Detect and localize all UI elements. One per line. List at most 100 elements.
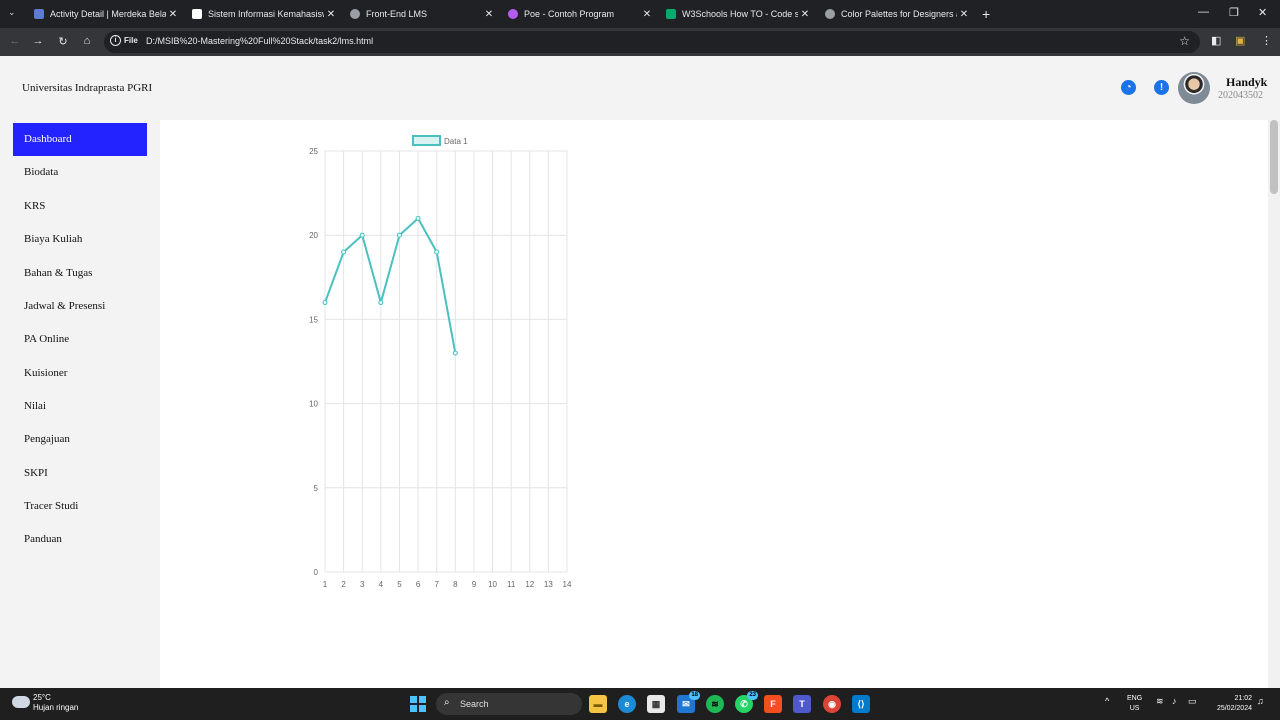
site-info-label: File bbox=[124, 36, 138, 45]
sidebar-item-pengajuan[interactable]: Pengajuan bbox=[13, 423, 147, 456]
page-scrollbar[interactable] bbox=[1268, 120, 1280, 688]
tab-close-icon[interactable]: ✕ bbox=[957, 9, 971, 20]
sidebar-item-pa-online[interactable]: PA Online bbox=[13, 323, 147, 356]
taskbar: 25°C Hujan ringan ⌕ Search ▬ e ▦ ✉ 18 ≋ ✆… bbox=[0, 688, 1280, 720]
taskbar-search[interactable]: ⌕ Search bbox=[436, 693, 582, 715]
omnibox[interactable]: i File D:/MSIB%20-Mastering%20Full%20Sta… bbox=[104, 31, 1200, 53]
volume-icon[interactable]: ♪ bbox=[1172, 696, 1177, 706]
menu-kebab-icon[interactable]: ⋮ bbox=[1261, 34, 1272, 47]
tab-close-icon[interactable]: ✕ bbox=[482, 9, 496, 20]
sik-icon bbox=[192, 9, 202, 19]
avatar[interactable] bbox=[1178, 72, 1210, 104]
line-chart: 05101520251 2 3 4 5 6 7 8 9 10 11 12 13 14Data 1 bbox=[309, 135, 572, 589]
file-explorer-icon[interactable]: ▬ bbox=[589, 695, 607, 713]
tab-close-icon[interactable]: ✕ bbox=[640, 9, 654, 20]
tab-close-icon[interactable]: ✕ bbox=[798, 9, 812, 20]
sidebar-item-tracer-studi[interactable]: Tracer Studi bbox=[13, 490, 147, 523]
sidebar-item-kuisioner[interactable]: Kuisioner bbox=[13, 357, 147, 390]
browser-tab[interactable]: Activity Detail | Merdeka Belajar ✕ bbox=[28, 4, 180, 24]
page-header: Universitas Indraprasta PGRI ◔ ! Handyk … bbox=[0, 56, 1280, 120]
sidebar-item-biodata[interactable]: Biodata bbox=[13, 156, 147, 189]
extension-icon[interactable]: ▣ bbox=[1235, 34, 1245, 47]
browser-tab[interactable]: Sistem Informasi Kemahasiswaan ✕ bbox=[186, 4, 338, 24]
tab-title: Sistem Informasi Kemahasiswaan bbox=[208, 9, 324, 19]
forward-icon[interactable]: → bbox=[31, 35, 45, 47]
teams-icon[interactable]: T bbox=[793, 695, 811, 713]
tab-search-chevron-icon[interactable]: ⌄ bbox=[8, 7, 20, 21]
store-icon[interactable]: ▦ bbox=[647, 695, 665, 713]
site-info-chip[interactable]: i File bbox=[110, 35, 138, 46]
close-window-icon[interactable]: ✕ bbox=[1258, 6, 1267, 19]
windows-start-icon[interactable] bbox=[410, 696, 426, 712]
tab-close-icon[interactable]: ✕ bbox=[166, 9, 180, 20]
x-tick-label: 5 bbox=[397, 580, 402, 589]
minimize-icon[interactable]: — bbox=[1198, 6, 1209, 18]
mail-icon[interactable]: ✉ 18 bbox=[677, 691, 700, 713]
input-language[interactable]: ENG US bbox=[1127, 694, 1142, 714]
scrollbar-thumb[interactable] bbox=[1270, 120, 1278, 194]
sidebar-item-skpi[interactable]: SKPI bbox=[13, 457, 147, 490]
restore-icon[interactable]: ❐ bbox=[1229, 6, 1239, 19]
x-tick-label: 4 bbox=[379, 580, 384, 589]
battery-icon[interactable]: ▭ bbox=[1188, 696, 1197, 707]
lang-code: ENG bbox=[1127, 695, 1143, 702]
user-id: 202043502 bbox=[1218, 90, 1263, 101]
edge-icon[interactable]: e bbox=[618, 695, 636, 713]
poe-icon bbox=[508, 9, 518, 19]
reload-icon[interactable]: ↻ bbox=[56, 35, 70, 48]
sidebar-item-dashboard[interactable]: Dashboard bbox=[13, 123, 147, 156]
url-text[interactable]: D:/MSIB%20-Mastering%20Full%20Stack/task… bbox=[146, 36, 373, 46]
chrome-icon[interactable]: ◉ bbox=[823, 695, 841, 713]
web-page: Universitas Indraprasta PGRI ◔ ! Handyk … bbox=[0, 56, 1280, 688]
browser-tab[interactable]: W3Schools How TO - Code snippets ✕ bbox=[660, 4, 812, 24]
info-icon: i bbox=[110, 35, 121, 46]
legend-label: Data 1 bbox=[444, 137, 468, 146]
bell-icon[interactable]: ◔ bbox=[1121, 80, 1136, 95]
data-point bbox=[415, 215, 421, 221]
clock-time: 21:02 bbox=[1234, 695, 1252, 702]
mb-icon bbox=[34, 9, 44, 19]
sidebar-item-biaya-kuliah[interactable]: Biaya Kuliah bbox=[13, 223, 147, 256]
new-tab-icon[interactable]: + bbox=[982, 6, 990, 22]
x-tick-label: 7 bbox=[434, 580, 439, 589]
wifi-icon[interactable]: ≋ bbox=[1156, 696, 1164, 707]
tab-title: Activity Detail | Merdeka Belajar bbox=[50, 9, 166, 19]
home-icon[interactable]: ⌂ bbox=[80, 35, 94, 47]
browser-tab[interactable]: Front-End LMS ✕ bbox=[344, 4, 496, 24]
tray-chevron-icon[interactable]: ^ bbox=[1105, 696, 1109, 706]
whatsapp-icon[interactable]: ✆ 23 bbox=[735, 691, 758, 713]
side-panel-icon[interactable]: ◧ bbox=[1211, 34, 1221, 47]
sidebar-item-nilai[interactable]: Nilai bbox=[13, 390, 147, 423]
figma-icon[interactable]: F bbox=[764, 695, 782, 713]
system-clock[interactable]: 21:02 25/02/2024 bbox=[1208, 694, 1252, 714]
sidebar-item-panduan[interactable]: Panduan bbox=[13, 523, 147, 556]
spotify-icon[interactable]: ≋ bbox=[706, 695, 724, 713]
brand-name[interactable]: Universitas Indraprasta PGRI bbox=[22, 82, 152, 94]
vscode-icon[interactable]: ⟨⟩ bbox=[852, 695, 870, 713]
x-tick-label: 12 bbox=[525, 580, 534, 589]
y-tick-label: 0 bbox=[314, 568, 319, 577]
weather-temp[interactable]: 25°C bbox=[33, 693, 51, 702]
series-line bbox=[324, 217, 457, 354]
data-point bbox=[396, 232, 402, 238]
sidebar: Dashboard Biodata KRS Biaya Kuliah Bahan… bbox=[0, 120, 160, 688]
alert-icon[interactable]: ! bbox=[1154, 80, 1169, 95]
browser-tab-bar: ⌄ Activity Detail | Merdeka Belajar ✕ Si… bbox=[0, 0, 1280, 28]
data-point bbox=[359, 232, 365, 238]
browser-tab[interactable]: Color Palettes for Designers and ✕ bbox=[819, 4, 971, 24]
whatsapp-badge: 23 bbox=[747, 691, 758, 700]
sidebar-item-krs[interactable]: KRS bbox=[13, 190, 147, 223]
x-tick-label: 11 bbox=[507, 580, 516, 589]
back-icon[interactable]: ← bbox=[8, 35, 22, 47]
sidebar-item-bahan-tugas[interactable]: Bahan & Tugas bbox=[13, 257, 147, 290]
tab-title: Front-End LMS bbox=[366, 9, 428, 19]
x-tick-label: 1 bbox=[323, 580, 328, 589]
weather-desc[interactable]: Hujan ringan bbox=[33, 703, 78, 712]
bookmark-star-icon[interactable]: ☆ bbox=[1179, 34, 1190, 48]
tab-close-icon[interactable]: ✕ bbox=[324, 9, 338, 20]
notification-bell-icon[interactable]: ♫ bbox=[1257, 696, 1264, 706]
browser-tab[interactable]: Poe - Contoh Program ✕ bbox=[502, 4, 654, 24]
globe-icon bbox=[350, 9, 360, 19]
weather-cloud-icon[interactable] bbox=[12, 696, 30, 708]
sidebar-item-jadwal-presensi[interactable]: Jadwal & Presensi bbox=[13, 290, 147, 323]
